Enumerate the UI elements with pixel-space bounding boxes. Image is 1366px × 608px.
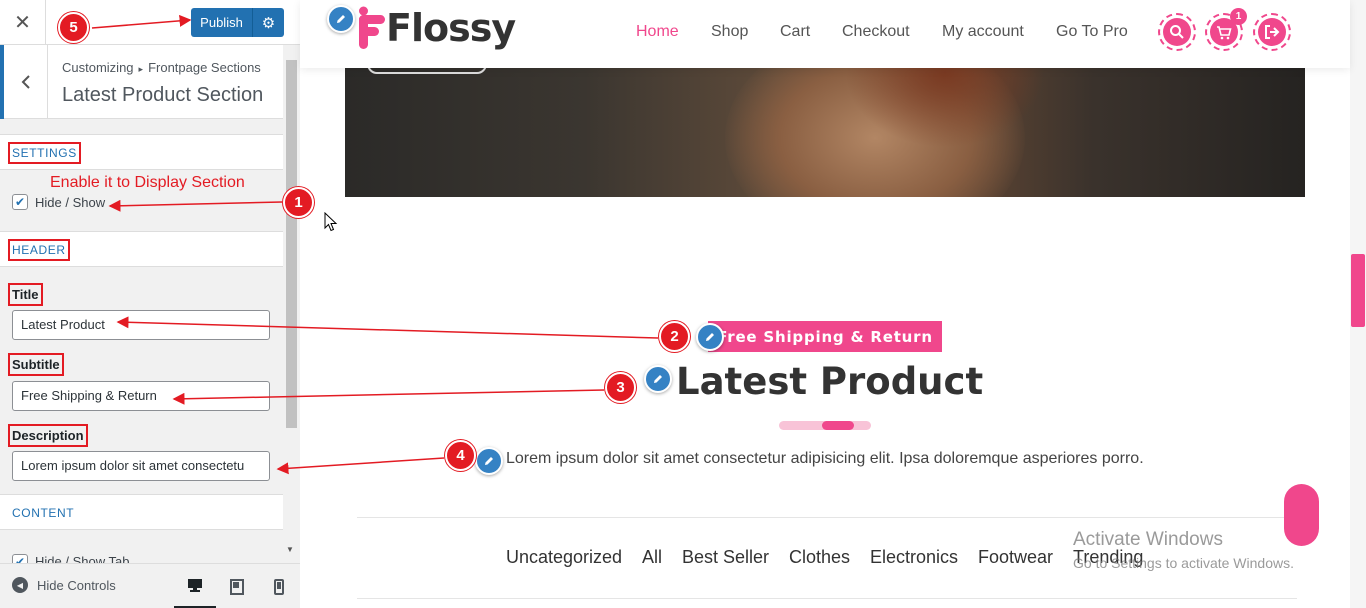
edit-description-pencil-icon[interactable]	[475, 447, 503, 475]
section-title: Latest Product	[676, 360, 984, 403]
nav-cart[interactable]: Cart	[780, 23, 810, 41]
content-panel: ✔ Hide / Show Tab	[0, 531, 283, 563]
breadcrumb-separator: ▸	[138, 64, 144, 74]
hide-show-label: Hide / Show	[35, 195, 106, 210]
nav-go-to-pro[interactable]: Go To Pro	[1056, 23, 1128, 41]
annotation-badge-3: 3	[605, 372, 636, 403]
settings-group: SETTINGS	[0, 134, 283, 170]
description-input[interactable]: Lorem ipsum dolor sit amet consectetu	[12, 451, 270, 481]
annotation-badge-4: 4	[445, 440, 476, 471]
preview-scrollbar-thumb[interactable]	[1351, 254, 1365, 327]
customizer-sidebar: ✕ Publish ⚙ Customizing ▸ Frontpage Sectio…	[0, 0, 300, 608]
tab-all[interactable]: All	[642, 547, 662, 568]
site-header: Flossy Home Shop Cart Checkout My accoun…	[300, 0, 1350, 68]
annotation-badge-1: 1	[283, 187, 314, 218]
site-logo[interactable]: Flossy	[356, 5, 516, 51]
tab-clothes[interactable]: Clothes	[789, 547, 850, 568]
nav-home[interactable]: Home	[636, 23, 679, 41]
header-group-title: HEADER	[8, 239, 70, 261]
preview-desktop-button[interactable]	[174, 564, 216, 608]
mobile-icon	[274, 578, 284, 595]
arrow-left-circle-icon: ◀	[12, 577, 28, 593]
settings-group-title: SETTINGS	[8, 142, 81, 164]
content-group: CONTENT	[0, 494, 283, 530]
brand-name: Flossy	[386, 6, 516, 50]
tab-electronics[interactable]: Electronics	[870, 547, 958, 568]
cart-icon	[1217, 25, 1232, 39]
tab-footwear[interactable]: Footwear	[978, 547, 1053, 568]
logout-button[interactable]	[1253, 13, 1291, 51]
publish-button[interactable]: Publish	[191, 8, 252, 37]
hide-show-tab-label: Hide / Show Tab	[35, 554, 130, 563]
back-button[interactable]	[0, 45, 48, 119]
nav-checkout[interactable]: Checkout	[842, 23, 910, 41]
preview-mobile-button[interactable]	[258, 564, 300, 608]
floating-action-button[interactable]	[1284, 484, 1319, 546]
tab-best-seller[interactable]: Best Seller	[682, 547, 769, 568]
preview-tablet-button[interactable]	[216, 564, 258, 608]
hide-controls-button[interactable]: ◀ Hide Controls	[12, 577, 116, 593]
hide-controls-label: Hide Controls	[37, 577, 116, 593]
search-icon	[1170, 25, 1184, 39]
search-button[interactable]	[1158, 13, 1196, 51]
section-title: Latest Product Section	[62, 84, 264, 106]
close-customizer-button[interactable]: ✕	[0, 0, 46, 45]
annotation-note: Enable it to Display Section	[50, 174, 245, 191]
site-preview: Flossy Home Shop Cart Checkout My accoun…	[300, 0, 1350, 608]
tab-uncategorized[interactable]: Uncategorized	[506, 547, 622, 568]
nav-my-account[interactable]: My account	[942, 23, 1024, 41]
edit-subtitle-pencil-icon[interactable]	[696, 323, 724, 351]
title-input[interactable]: Latest Product	[12, 310, 270, 340]
hide-show-tab-checkbox[interactable]: ✔	[12, 554, 28, 563]
description-label: Description	[8, 424, 88, 447]
desktop-icon	[188, 578, 202, 592]
scroll-down-arrow-icon[interactable]: ▼	[286, 545, 294, 554]
annotation-badge-5: 5	[58, 12, 89, 43]
hero-cta-button[interactable]	[367, 68, 487, 74]
breadcrumb-root: Customizing	[62, 60, 134, 75]
breadcrumb-parent: Frontpage Sections	[148, 60, 261, 75]
breadcrumb: Customizing ▸ Frontpage Sections	[62, 60, 261, 75]
chevron-left-icon	[21, 75, 30, 89]
mouse-cursor-icon	[324, 212, 338, 232]
tablet-icon	[230, 578, 244, 595]
publish-settings-button[interactable]: ⚙	[252, 8, 284, 37]
sidebar-scrollbar-thumb[interactable]	[286, 60, 297, 428]
subtitle-label: Subtitle	[8, 353, 64, 376]
windows-activation-title: Activate Windows	[1073, 529, 1223, 550]
annotation-badge-2: 2	[659, 321, 690, 352]
title-label: Title	[8, 283, 43, 306]
windows-activation-subtitle: Go to Settings to activate Windows.	[1073, 555, 1294, 571]
tabs-divider-bottom	[357, 598, 1297, 599]
subtitle-input[interactable]: Free Shipping & Return	[12, 381, 270, 411]
content-group-title: CONTENT	[12, 506, 75, 520]
edit-logo-pencil-icon[interactable]	[327, 5, 355, 33]
header-group: HEADER	[0, 231, 283, 267]
tabs-divider-top	[357, 517, 1297, 518]
section-subtitle: Free Shipping & Return	[708, 321, 942, 352]
nav-shop[interactable]: Shop	[711, 23, 748, 41]
hide-show-checkbox[interactable]: ✔	[12, 194, 28, 210]
section-description: Lorem ipsum dolor sit amet consectetur a…	[506, 450, 1144, 467]
title-divider-accent	[822, 421, 854, 430]
logout-icon	[1265, 25, 1280, 39]
cart-count-badge: 1	[1230, 8, 1247, 25]
flossy-logo-icon	[359, 6, 385, 49]
gear-icon: ⚙	[261, 14, 276, 32]
section-header: Customizing ▸ Frontpage Sections Latest Pr…	[0, 45, 283, 119]
edit-title-pencil-icon[interactable]	[644, 365, 672, 393]
customizer-footer: ◀ Hide Controls	[0, 563, 300, 608]
hero-banner-image	[345, 68, 1305, 197]
customizer-header: ✕ Publish ⚙	[0, 0, 300, 45]
